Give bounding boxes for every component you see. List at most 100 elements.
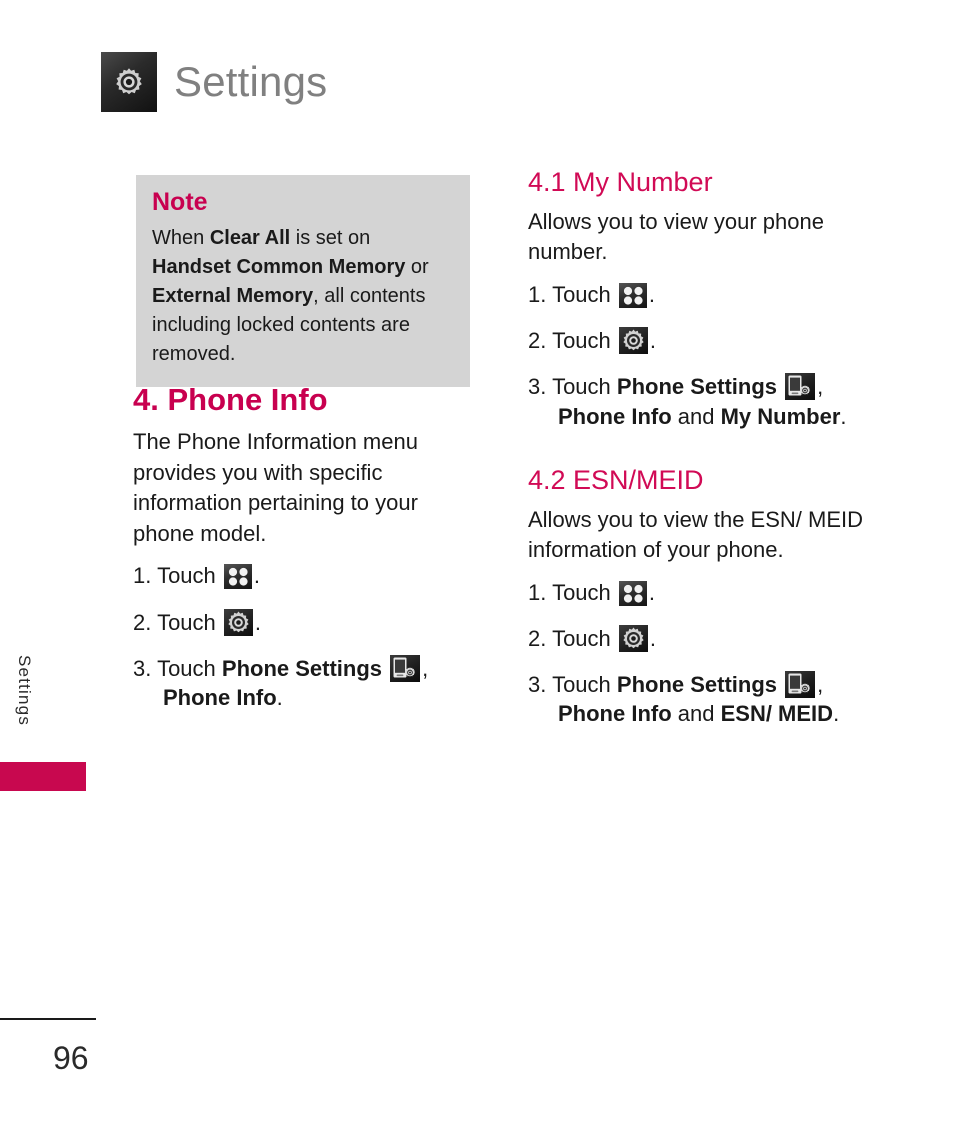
step-number: 2.: [528, 625, 553, 651]
step-text: Touch: [157, 563, 222, 589]
page-title: Settings: [174, 58, 328, 105]
step-text: Touch: [157, 655, 222, 681]
step-body: Touch .: [552, 624, 657, 652]
section-paragraph: The Phone Information menu provides you …: [133, 429, 418, 546]
step-number: 3.: [528, 672, 553, 698]
step-number: 2.: [528, 328, 553, 354]
step-text: .: [649, 328, 657, 354]
gear-settings-icon: [618, 327, 648, 355]
note-text: When: [152, 226, 210, 249]
step-emphasis: Phone Settings: [616, 374, 778, 400]
note-emphasis: External Memory: [152, 284, 314, 307]
note-text: is set on: [290, 226, 371, 249]
step-body: Touch .: [552, 327, 657, 355]
step-item: 3. Touch Phone Settings , Phone Info.: [133, 654, 473, 713]
phone-settings-icon: [390, 654, 421, 682]
step-body: Touch Phone Settings ,: [552, 373, 824, 401]
step-text: .: [648, 281, 656, 307]
step-emphasis: My Number: [720, 403, 841, 429]
step-text: ,: [817, 672, 824, 698]
note-text: or: [405, 255, 429, 278]
step-text: .: [840, 403, 847, 429]
step-text: ,: [422, 655, 429, 681]
step-item: 2. Touch .: [133, 608, 473, 637]
step-item: 3. Touch Phone Settings , Phone Info and …: [528, 670, 883, 729]
grid-menu-icon: [618, 282, 647, 308]
right-column: 4.1 My Number Allows you to view your ph…: [528, 167, 883, 746]
gear-settings-icon: [223, 608, 253, 636]
step-number: 3.: [528, 374, 553, 400]
step-number: 2.: [133, 609, 158, 635]
step-text: .: [276, 685, 283, 711]
step-item: 1. Touch .: [528, 280, 883, 309]
step-item: 1. Touch .: [528, 578, 883, 607]
step-text: [777, 374, 783, 399]
step-text: Touch: [552, 579, 617, 605]
footer-rule: [0, 1018, 96, 1020]
step-item: 2. Touch .: [528, 624, 883, 653]
side-tab-label: Settings: [15, 655, 34, 727]
section-heading: 4. Phone Info: [133, 382, 328, 417]
step-text: Touch: [552, 374, 617, 400]
side-tab-bar: [0, 762, 86, 791]
step-number: 3.: [133, 655, 158, 681]
grid-menu-icon: [618, 580, 647, 606]
step-item: 2. Touch .: [528, 326, 883, 355]
step-body: Touch .: [552, 281, 656, 308]
section-esn-meid: 4.2 ESN/MEID Allows you to view the ESN/…: [528, 464, 883, 729]
left-column: 4. Phone Info The Phone Information menu…: [133, 382, 473, 729]
step-number: 1.: [528, 579, 553, 605]
step-number: 1.: [133, 563, 158, 589]
step-emphasis: Phone Info: [558, 701, 672, 727]
step-list: 1. Touch . 2. Touch . 3. Touch Phone Setti…: [528, 578, 883, 729]
step-list: 1. Touch . 2. Touch . 3. Touch Phone Setti…: [133, 561, 473, 712]
step-emphasis: Phone Settings: [616, 672, 778, 698]
step-text: .: [254, 609, 262, 635]
gear-icon: [101, 52, 157, 112]
step-number: 1.: [528, 281, 553, 307]
note-box: Note When Clear All is set on Handset Co…: [136, 175, 470, 387]
step-body: Touch Phone Settings ,: [157, 654, 429, 682]
step-text: [382, 656, 388, 681]
step-text: [777, 672, 783, 697]
step-text: .: [648, 579, 656, 605]
step-item: 1. Touch .: [133, 561, 473, 590]
step-body: Touch .: [157, 608, 262, 636]
section-my-number: 4.1 My Number Allows you to view your ph…: [528, 167, 883, 431]
step-emphasis: Phone Settings: [221, 655, 383, 681]
page-number: 96: [53, 1040, 89, 1076]
note-body: When Clear All is set on Handset Common …: [152, 224, 454, 369]
step-body-continued: Phone Info and My Number.: [528, 402, 883, 431]
step-text: and: [671, 403, 721, 429]
section-paragraph: Allows you to view the ESN/ MEID informa…: [528, 506, 864, 563]
step-body-continued: Phone Info.: [133, 683, 473, 712]
step-text: Touch: [552, 625, 617, 651]
step-text: .: [833, 701, 840, 727]
step-emphasis: ESN/ MEID: [720, 701, 834, 727]
note-emphasis: Handset Common Memory: [152, 255, 406, 278]
step-text: Touch: [552, 672, 617, 698]
step-text: ,: [817, 374, 824, 400]
note-emphasis: Clear All: [209, 226, 291, 249]
gear-settings-icon: [618, 624, 648, 652]
step-body-continued: Phone Info and ESN/ MEID.: [528, 699, 883, 728]
note-title: Note: [152, 188, 208, 216]
grid-menu-icon: [223, 564, 252, 590]
step-emphasis: Phone Info: [558, 403, 672, 429]
section-paragraph: Allows you to view your phone number.: [528, 208, 824, 265]
phone-settings-icon: [785, 671, 816, 699]
step-text: .: [649, 625, 657, 651]
section-heading: 4.2 ESN/MEID: [528, 464, 704, 495]
step-body: Touch Phone Settings ,: [552, 671, 824, 699]
step-text: .: [253, 563, 261, 589]
step-emphasis: Phone Info: [163, 685, 277, 711]
step-text: Touch: [552, 281, 617, 307]
section-phone-info: 4. Phone Info The Phone Information menu…: [133, 382, 473, 712]
step-list: 1. Touch . 2. Touch . 3. Touch Phone Setti…: [528, 280, 883, 431]
page-header: Settings: [101, 52, 327, 112]
step-body: Touch .: [552, 579, 656, 606]
section-heading: 4.1 My Number: [528, 167, 713, 197]
phone-settings-icon: [785, 373, 816, 401]
step-text: Touch: [552, 328, 617, 354]
